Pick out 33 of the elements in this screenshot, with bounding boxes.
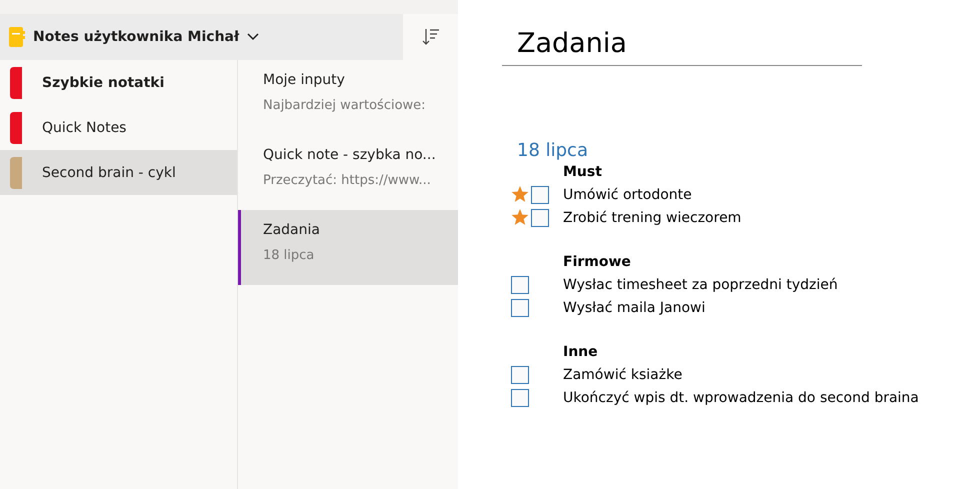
page-title: Zadania	[263, 222, 321, 238]
task-text: Zrobić trening wieczorem	[563, 210, 742, 226]
task-text: Umówić ortodonte	[563, 186, 692, 202]
task-checkbox[interactable]	[531, 186, 549, 204]
page-preview: 18 lipca	[263, 248, 316, 263]
page-item[interactable]: Zadania 18 lipca	[238, 210, 458, 285]
group-heading: Firmowe	[563, 254, 631, 270]
task-checkbox[interactable]	[511, 366, 529, 384]
sort-icon	[422, 28, 440, 46]
group-heading: Must	[563, 164, 602, 180]
task-checkbox[interactable]	[511, 298, 529, 316]
task-checkbox[interactable]	[531, 208, 549, 226]
task-text: Wysłać maila Janowi	[563, 300, 706, 316]
page-preview: Najbardziej wartościowe:	[263, 98, 427, 113]
chevron-down-icon	[247, 33, 260, 41]
page-title: Quick note - szybka no...	[263, 147, 437, 163]
page-title-field[interactable]: Zadania	[502, 28, 862, 66]
task-text: Ukończyć wpis dt. wprowadzenia do second braina	[563, 390, 919, 406]
group-heading: Inne	[563, 344, 598, 360]
section-item[interactable]: Szybkie notatki	[0, 60, 237, 105]
task-checkbox[interactable]	[511, 276, 529, 294]
page-preview: Przeczytać: https://www...	[263, 173, 432, 188]
page-title: Moje inputy	[263, 72, 346, 88]
task-text: Zamówić ksiażke	[563, 366, 682, 382]
task-checkbox[interactable]	[511, 388, 529, 406]
page-item[interactable]: Moje inputy Najbardziej wartościowe:	[238, 60, 458, 135]
notebook-title: Notes użytkownika Michał	[33, 29, 240, 45]
page-item[interactable]: Quick note - szybka no... Przeczytać: https://www...	[238, 135, 458, 210]
task-text: Wysłac timesheet za poprzedni tydzień	[563, 276, 838, 292]
notebook-icon	[9, 27, 25, 47]
section-item[interactable]: Quick Notes	[0, 105, 237, 150]
page-date: 18 lipca	[517, 140, 589, 161]
section-item[interactable]: Second brain - cykl	[0, 150, 237, 195]
